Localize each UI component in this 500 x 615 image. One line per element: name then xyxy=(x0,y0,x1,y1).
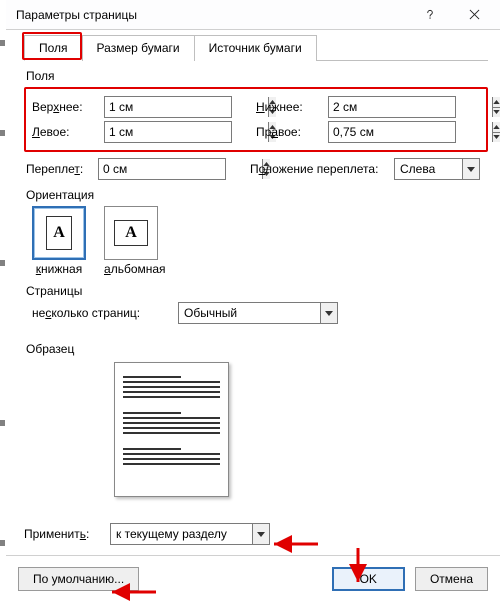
margins-heading: Поля xyxy=(26,69,488,83)
page-icon: A xyxy=(46,216,72,250)
combo-multiple-pages-value: Обычный xyxy=(179,303,320,323)
label-left-margin: Левое: xyxy=(30,125,98,139)
label-multiple-pages: несколько страниц: xyxy=(32,306,172,320)
spin-down-icon[interactable] xyxy=(493,132,500,143)
chevron-down-icon[interactable] xyxy=(252,524,269,544)
label-right-margin: Правое: xyxy=(254,125,322,139)
input-right-margin-field[interactable] xyxy=(329,122,492,142)
chevron-down-icon[interactable] xyxy=(462,159,479,179)
orientation-portrait-label: книжная xyxy=(32,262,86,276)
combo-multiple-pages[interactable]: Обычный xyxy=(178,302,338,324)
combo-gutter-position-value: Слева xyxy=(395,159,462,179)
spin-up-icon[interactable] xyxy=(493,97,500,107)
help-button[interactable] xyxy=(408,0,452,30)
tab-paper-size[interactable]: Размер бумаги xyxy=(82,35,195,61)
combo-apply-to[interactable]: к текущему разделу xyxy=(110,523,270,545)
window-title: Параметры страницы xyxy=(16,8,408,22)
spin-down-icon[interactable] xyxy=(493,107,500,118)
orientation-heading: Ориентация xyxy=(26,188,488,202)
input-left-margin-field[interactable] xyxy=(105,122,268,142)
input-right-margin[interactable] xyxy=(328,121,456,143)
default-button[interactable]: По умолчанию... xyxy=(18,567,139,591)
chevron-down-icon[interactable] xyxy=(320,303,337,323)
label-gutter-position: Положение переплета: xyxy=(248,162,388,176)
pages-heading: Страницы xyxy=(26,284,488,298)
close-button[interactable] xyxy=(452,0,496,30)
combo-gutter-position[interactable]: Слева xyxy=(394,158,480,180)
ok-button[interactable]: OK xyxy=(332,567,405,591)
tab-strip: Поля Размер бумаги Источник бумаги xyxy=(24,34,488,61)
orientation-landscape-label: альбомная xyxy=(104,262,166,276)
combo-apply-to-value: к текущему разделу xyxy=(111,524,252,544)
tab-fields[interactable]: Поля xyxy=(24,35,83,61)
input-top-margin[interactable] xyxy=(104,96,232,118)
input-bottom-margin-field[interactable] xyxy=(329,97,492,117)
sample-preview xyxy=(114,362,229,497)
dialog-footer: По умолчанию... OK Отмена xyxy=(6,555,500,601)
label-bottom-margin: Нижнее: xyxy=(254,100,322,114)
label-apply-to: Применить: xyxy=(24,527,104,541)
input-bottom-margin[interactable] xyxy=(328,96,456,118)
orientation-landscape[interactable]: A альбомная xyxy=(104,206,166,276)
highlight-margins: Верхнее: Нижнее: Левое: xyxy=(24,87,488,152)
cancel-button[interactable]: Отмена xyxy=(415,567,488,591)
input-top-margin-field[interactable] xyxy=(105,97,268,117)
label-top-margin: Верхнее: xyxy=(30,100,98,114)
page-icon: A xyxy=(114,220,148,246)
titlebar: Параметры страницы xyxy=(6,0,500,30)
spin-up-icon[interactable] xyxy=(493,122,500,132)
tab-paper-source[interactable]: Источник бумаги xyxy=(194,35,317,61)
sample-heading: Образец xyxy=(26,342,488,356)
input-gutter[interactable] xyxy=(98,158,226,180)
label-gutter: Переплет: xyxy=(24,162,92,176)
input-left-margin[interactable] xyxy=(104,121,232,143)
orientation-portrait[interactable]: A книжная xyxy=(32,206,86,276)
input-gutter-field[interactable] xyxy=(99,159,262,179)
